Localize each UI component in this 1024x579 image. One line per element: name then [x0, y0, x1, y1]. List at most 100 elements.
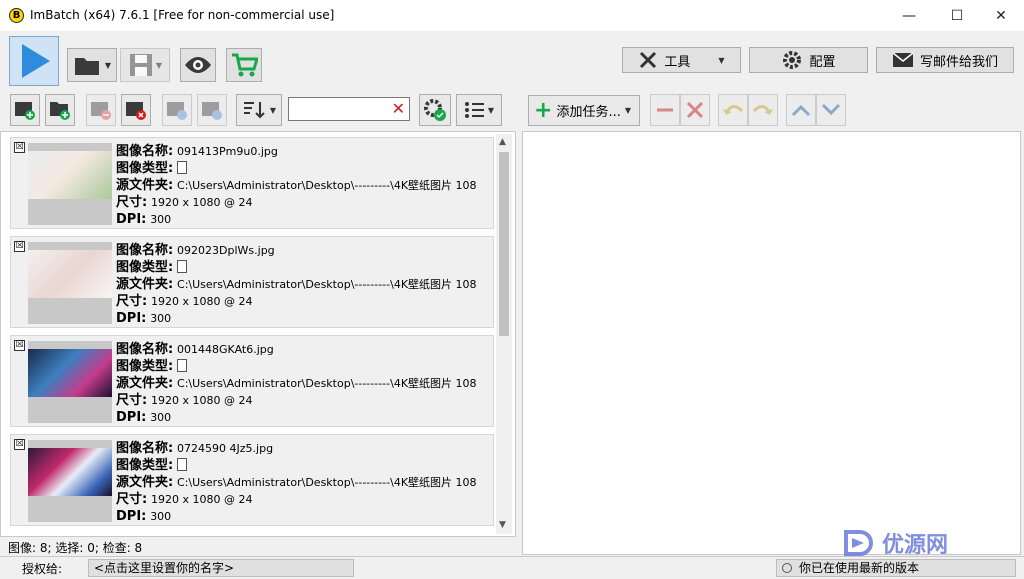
window-title: ImBatch (x64) 7.6.1 [Free for non-commer… — [30, 8, 335, 22]
image-info: 图像名称: 0724590 4Jz5.jpg 图像类型: 源文件夹: C:\Us… — [116, 441, 477, 524]
preview-button[interactable] — [180, 48, 216, 82]
plus-icon: + — [534, 98, 553, 123]
shopping-cart-icon — [232, 53, 258, 77]
redo-button[interactable] — [748, 94, 778, 126]
mail-label: 写邮件给我们 — [919, 54, 998, 70]
config-label: 配置 — [809, 54, 836, 70]
clear-images-button[interactable] — [121, 94, 151, 126]
tools-icon — [640, 51, 657, 69]
add-task-label: 添加任务... — [556, 105, 621, 120]
config-button[interactable]: 配置 — [749, 47, 868, 73]
tools-label: 工具 — [664, 54, 691, 70]
image-info: 图像名称: 001448GKAt6.jpg 图像类型: 源文件夹: C:\Use… — [116, 342, 477, 425]
image-checkbox[interactable]: ☒ — [14, 142, 25, 153]
image-checkbox[interactable]: ☒ — [14, 439, 25, 450]
file-icon — [177, 359, 188, 372]
undo-button[interactable] — [718, 94, 748, 126]
buy-button[interactable] — [226, 48, 262, 82]
image-list-scrollbar[interactable]: ▲ ▼ — [496, 134, 512, 534]
image-thumbnail — [28, 341, 112, 423]
image-card[interactable]: ☒ 图像名称: 092023DplWs.jpg 图像类型: 源文件夹: C:\U… — [10, 236, 494, 328]
scroll-up-icon[interactable]: ▲ — [499, 137, 506, 147]
close-button[interactable]: ✕ — [978, 0, 1024, 31]
chevron-down-icon — [821, 103, 841, 116]
image-count-status: 图像: 8; 选择: 0; 检查: 8 — [8, 541, 143, 555]
chevron-down-icon: ▼ — [155, 60, 163, 70]
save-button[interactable]: ▼ — [120, 48, 170, 82]
license-label: 授权给: — [22, 562, 63, 576]
move-up-icon — [167, 102, 187, 120]
chevron-down-icon: ▼ — [718, 55, 725, 65]
move-down-image-button[interactable] — [197, 94, 227, 126]
image-card[interactable]: ☒ 图像名称: 091413Pm9u0.jpg 图像类型: 源文件夹: C:\U… — [10, 137, 494, 229]
undo-icon — [723, 105, 744, 115]
open-button[interactable]: ▼ — [67, 48, 117, 82]
minimize-button[interactable]: — — [886, 0, 932, 31]
run-button[interactable] — [9, 36, 59, 86]
scroll-thumb[interactable] — [499, 152, 509, 336]
main-toolbar: ▼ ▼ 工具 ▼ 配置 写邮件给我们 — [0, 31, 1024, 89]
chevron-down-icon: ▼ — [624, 106, 631, 115]
minus-icon — [657, 108, 673, 112]
image-thumbnail — [28, 242, 112, 324]
sort-button[interactable]: ▼ — [236, 94, 282, 126]
app-window: B ImBatch (x64) 7.6.1 [Free for non-comm… — [0, 0, 1024, 579]
app-logo-icon: B — [9, 8, 24, 23]
close-icon — [686, 101, 704, 119]
status-circle-icon — [782, 563, 792, 573]
eye-icon — [185, 57, 211, 73]
check-images-button[interactable] — [419, 94, 451, 126]
image-info: 图像名称: 091413Pm9u0.jpg 图像类型: 源文件夹: C:\Use… — [116, 144, 477, 227]
folder-open-icon — [74, 58, 99, 75]
title-bar: B ImBatch (x64) 7.6.1 [Free for non-comm… — [0, 0, 1024, 31]
chevron-down-icon: ▼ — [269, 105, 277, 115]
file-icon — [177, 458, 188, 471]
add-task-button[interactable]: + 添加任务... ▼ — [528, 95, 640, 126]
add-folder-button[interactable] — [45, 94, 75, 126]
move-down-icon — [202, 102, 222, 120]
mail-button[interactable]: 写邮件给我们 — [876, 47, 1014, 73]
tools-menu-button[interactable]: 工具 ▼ — [622, 47, 741, 73]
add-image-button[interactable] — [10, 94, 40, 126]
envelope-icon — [892, 52, 914, 67]
remove-image-icon — [91, 102, 111, 120]
add-folder-icon — [50, 102, 70, 120]
move-up-image-button[interactable] — [162, 94, 192, 126]
save-icon — [129, 54, 152, 76]
remove-task-button[interactable] — [650, 94, 680, 126]
delete-task-button[interactable] — [680, 94, 710, 126]
chevron-up-icon — [791, 104, 811, 117]
list-view-icon — [464, 102, 484, 118]
remove-image-button[interactable] — [86, 94, 116, 126]
search-input[interactable]: ✕ — [288, 97, 410, 121]
version-status: 你已在使用最新的版本 — [776, 559, 1016, 577]
image-checkbox[interactable]: ☒ — [14, 340, 25, 351]
status-bar: 授权给: <点击这里设置你的名字> 你已在使用最新的版本 — [0, 556, 1024, 579]
image-card[interactable]: ☒ 图像名称: 001448GKAt6.jpg 图像类型: 源文件夹: C:\U… — [10, 335, 494, 427]
sort-icon — [243, 102, 265, 119]
image-card[interactable]: ☒ 图像名称: 0724590 4Jz5.jpg 图像类型: 源文件夹: C:\… — [10, 434, 494, 526]
chevron-down-icon: ▼ — [487, 105, 495, 115]
redo-icon — [752, 105, 773, 115]
file-icon — [177, 161, 188, 174]
watermark-logo-icon — [844, 530, 873, 556]
image-thumbnail — [28, 143, 112, 225]
image-thumbnail — [28, 440, 112, 522]
license-name-field[interactable]: <点击这里设置你的名字> — [88, 559, 354, 577]
gear-check-icon — [424, 99, 446, 121]
move-task-up-button[interactable] — [786, 94, 816, 126]
view-mode-button[interactable]: ▼ — [456, 94, 502, 126]
scroll-down-icon[interactable]: ▼ — [499, 520, 506, 530]
image-toolbar — [0, 89, 1024, 131]
image-info: 图像名称: 092023DplWs.jpg 图像类型: 源文件夹: C:\Use… — [116, 243, 477, 326]
chevron-down-icon: ▼ — [104, 60, 112, 70]
move-task-down-button[interactable] — [816, 94, 846, 126]
task-list[interactable] — [522, 131, 1021, 555]
gear-icon — [783, 51, 802, 69]
file-icon — [177, 260, 188, 273]
image-checkbox[interactable]: ☒ — [14, 241, 25, 252]
delete-image-icon — [126, 102, 146, 120]
add-image-icon — [15, 102, 35, 120]
maximize-button[interactable]: ☐ — [934, 0, 980, 31]
clear-search-icon[interactable]: ✕ — [392, 99, 405, 118]
